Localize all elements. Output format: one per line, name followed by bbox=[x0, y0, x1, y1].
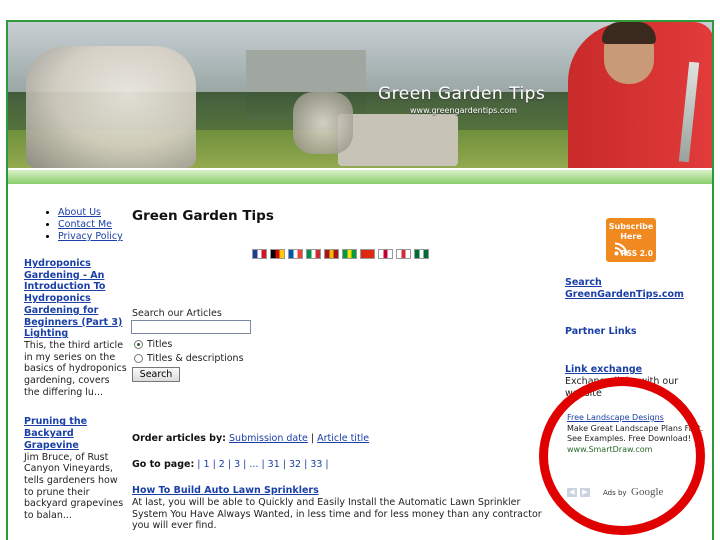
site-search-label[interactable]: Search bbox=[565, 277, 602, 288]
pagination: Go to page: | 1 | 2 | 3 | ... | 31 | 32 … bbox=[132, 459, 329, 470]
nav-item-contact: Contact Me bbox=[58, 219, 123, 231]
about-us-link[interactable]: About Us bbox=[58, 207, 101, 218]
radio-titles-row[interactable]: Titles bbox=[134, 339, 172, 350]
sidebar-article-link[interactable]: Pruning the Backyard Grapevine bbox=[24, 416, 128, 451]
order-article-title-link[interactable]: Article title bbox=[317, 433, 369, 444]
order-articles-bar: Order articles by: Submission date | Art… bbox=[132, 433, 369, 444]
language-flags bbox=[252, 249, 429, 259]
page-title: Green Garden Tips bbox=[132, 208, 274, 224]
article-entry: How To Build Auto Lawn Sprinklers At las… bbox=[132, 485, 552, 532]
sidebar-article-summary: Jim Bruce, of Rust Canyon Vineyards, tel… bbox=[24, 451, 124, 522]
radio-titles-desc-label: Titles & descriptions bbox=[147, 353, 244, 364]
site-search-box: Search GreenGardenTips.com bbox=[565, 277, 684, 301]
order-separator: | bbox=[310, 433, 315, 444]
search-button[interactable]: Search bbox=[132, 367, 180, 382]
left-sidebar: Hydroponics Gardening - An Introduction … bbox=[24, 258, 128, 522]
privacy-policy-link[interactable]: Privacy Policy bbox=[58, 231, 123, 242]
sidebar-article-link[interactable]: Hydroponics Gardening - An Introduction … bbox=[24, 258, 128, 340]
uk-flag-icon[interactable] bbox=[252, 249, 267, 259]
top-nav: About Us Contact Me Privacy Policy bbox=[44, 207, 123, 243]
cn-flag-icon[interactable] bbox=[360, 249, 375, 259]
it-flag-icon[interactable] bbox=[306, 249, 321, 259]
site-search-link[interactable]: GreenGardenTips.com bbox=[565, 289, 684, 300]
article-summary: At last, you will be able to Quickly and… bbox=[132, 496, 542, 532]
order-label: Order articles by: bbox=[132, 433, 226, 444]
rss-line1: Subscribe bbox=[608, 222, 654, 231]
nav-item-about: About Us bbox=[58, 207, 123, 219]
contact-me-link[interactable]: Contact Me bbox=[58, 219, 112, 230]
radio-titles-label: Titles bbox=[147, 339, 173, 350]
partner-links-heading: Partner Links bbox=[565, 326, 637, 337]
sidebar-article-summary: This, the third article in my series on … bbox=[24, 339, 127, 398]
rss-subscribe-button[interactable]: Subscribe Here RSS 2.0 bbox=[606, 218, 656, 262]
jp-flag-icon[interactable] bbox=[378, 249, 393, 259]
green-divider-bar bbox=[8, 170, 712, 184]
radio-titles-desc[interactable] bbox=[134, 354, 143, 363]
banner-photo-mowing-man bbox=[293, 92, 353, 154]
fr-flag-icon[interactable] bbox=[288, 249, 303, 259]
search-input[interactable] bbox=[131, 320, 251, 334]
header-url: www.greengardentips.com bbox=[410, 106, 517, 115]
kr-flag-icon[interactable] bbox=[396, 249, 411, 259]
radio-titles[interactable] bbox=[134, 340, 143, 349]
search-label: Search our Articles bbox=[132, 308, 222, 319]
banner-gardener-hair bbox=[602, 22, 656, 44]
rss-version: RSS 2.0 bbox=[620, 249, 653, 258]
es-flag-icon[interactable] bbox=[324, 249, 339, 259]
rss-line2: Here bbox=[620, 232, 642, 241]
de-flag-icon[interactable] bbox=[270, 249, 285, 259]
radio-titles-desc-row[interactable]: Titles & descriptions bbox=[134, 353, 244, 364]
sa-flag-icon[interactable] bbox=[414, 249, 429, 259]
banner-planter bbox=[338, 114, 458, 166]
order-submission-date-link[interactable]: Submission date bbox=[229, 433, 308, 444]
header-banner: Green Garden Tips www.greengardentips.co… bbox=[8, 22, 712, 168]
article-title-link[interactable]: How To Build Auto Lawn Sprinklers bbox=[132, 485, 552, 497]
goto-label: Go to page: bbox=[132, 459, 195, 470]
header-title: Green Garden Tips bbox=[378, 84, 546, 104]
banner-photo-sitting-man bbox=[26, 46, 196, 168]
br-flag-icon[interactable] bbox=[342, 249, 357, 259]
link-exchange-link[interactable]: Link exchange bbox=[565, 364, 700, 376]
highlight-circle bbox=[539, 377, 705, 535]
nav-item-privacy: Privacy Policy bbox=[58, 231, 123, 243]
goto-pages[interactable]: | 1 | 2 | 3 | ... | 31 | 32 | 33 | bbox=[197, 459, 328, 470]
